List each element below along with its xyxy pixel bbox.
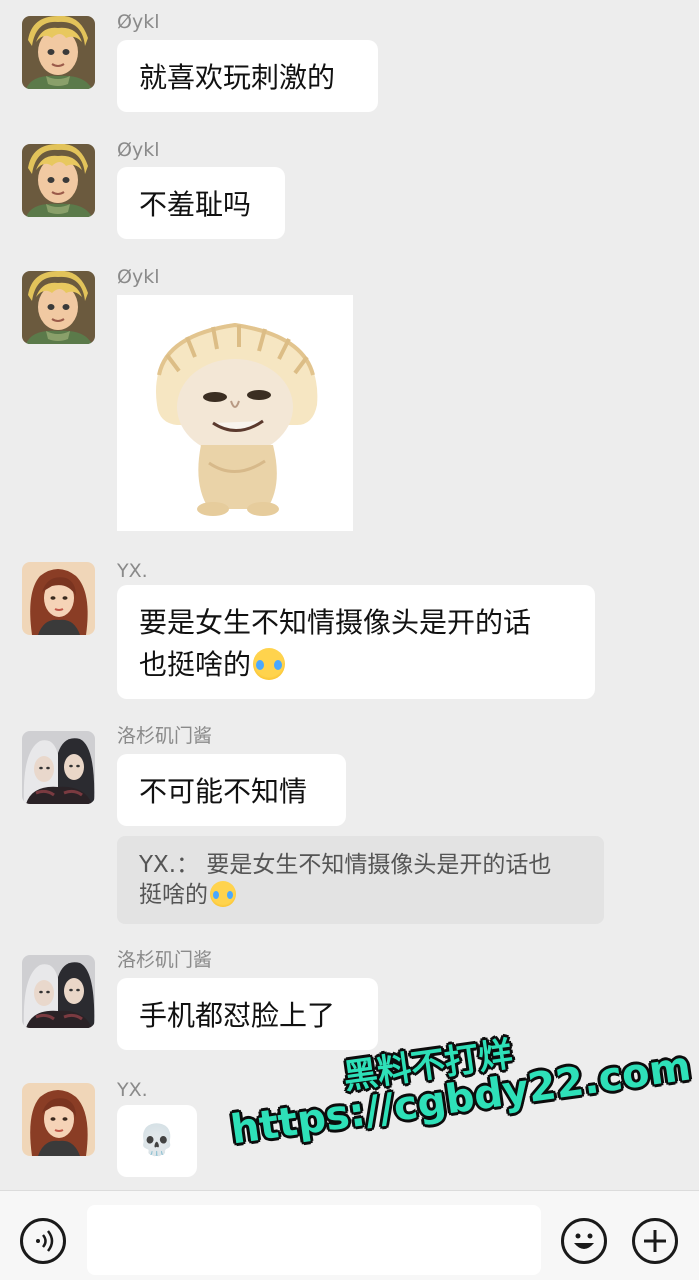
crying-laughing-emoji-icon <box>253 648 286 680</box>
crying-laughing-emoji-icon <box>210 881 236 907</box>
sender-name: YX. <box>117 560 148 582</box>
avatar-yx[interactable] <box>22 1083 95 1156</box>
sender-name: Øykl <box>117 266 160 288</box>
message-text-line: 要是女生不知情摄像头是开的话 <box>139 606 532 639</box>
sender-name: 洛杉矶门酱 <box>117 949 213 971</box>
quote-text: 挺啥的 <box>139 882 208 908</box>
quote-text-line: 挺啥的 <box>139 880 582 910</box>
message-bubble[interactable]: 要是女生不知情摄像头是开的话 也挺啥的 <box>117 585 595 699</box>
quoted-reply[interactable]: YX.： 要是女生不知情摄像头是开的话也 挺啥的 <box>117 836 604 924</box>
skull-emoji-icon: 💀 <box>138 1123 176 1158</box>
emoji-icon[interactable] <box>561 1218 607 1264</box>
dumpling-face-sticker[interactable] <box>117 295 353 531</box>
message-text: 也挺啥的 <box>139 648 252 681</box>
plus-icon[interactable] <box>632 1218 678 1264</box>
avatar-oykl[interactable] <box>22 16 95 89</box>
sender-name: Øykl <box>117 11 160 33</box>
avatar-yx[interactable] <box>22 562 95 635</box>
message-bubble[interactable]: 💀 <box>117 1105 197 1177</box>
avatar-luoshanji[interactable] <box>22 731 95 804</box>
sender-name: 洛杉矶门酱 <box>117 725 213 747</box>
message-bubble[interactable]: 就喜欢玩刺激的 <box>117 40 378 112</box>
quote-text-line: YX.： 要是女生不知情摄像头是开的话也 <box>139 852 552 878</box>
sender-name: Øykl <box>117 139 160 161</box>
chat-area[interactable]: Øykl 就喜欢玩刺激的 Øykl 不羞耻吗 Øykl YX. 要是女生不知情摄… <box>0 0 699 1190</box>
avatar-oykl[interactable] <box>22 271 95 344</box>
message-bubble[interactable]: 不可能不知情 <box>117 754 346 826</box>
avatar-oykl[interactable] <box>22 144 95 217</box>
voice-icon[interactable] <box>20 1218 66 1264</box>
message-input[interactable] <box>87 1205 541 1275</box>
avatar-luoshanji[interactable] <box>22 955 95 1028</box>
message-bubble[interactable]: 手机都怼脸上了 <box>117 978 378 1050</box>
input-bar <box>0 1190 699 1280</box>
message-bubble[interactable]: 不羞耻吗 <box>117 167 285 239</box>
message-text-line: 也挺啥的 <box>139 644 573 686</box>
sender-name: YX. <box>117 1079 148 1101</box>
